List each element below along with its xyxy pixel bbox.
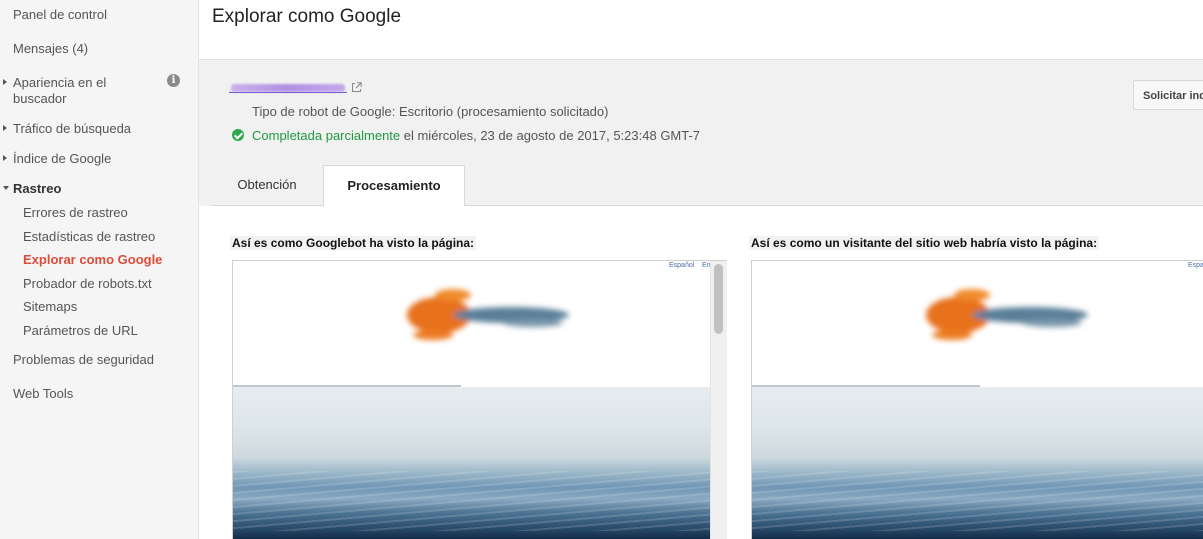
googlebot-render-preview: Español En	[232, 260, 727, 539]
expand-arrow-icon[interactable]	[3, 79, 7, 85]
sidebar-item-crawl-stats[interactable]: Estadísticas de rastreo	[23, 229, 155, 245]
redacted-url-link[interactable]	[231, 84, 345, 92]
sidebar: Panel de control Mensajes (4) Apariencia…	[0, 0, 199, 539]
page-title: Explorar como Google	[212, 6, 402, 27]
sidebar-item-messages[interactable]: Mensajes (4)	[13, 41, 88, 57]
sidebar-item-fetch-as-google[interactable]: Explorar como Google	[23, 252, 162, 268]
sidebar-item-dashboard[interactable]: Panel de control	[13, 7, 107, 23]
external-link-icon[interactable]	[351, 82, 362, 93]
preview-lang-link: Español	[669, 262, 695, 269]
tab-gap	[324, 205, 464, 206]
sidebar-item-robots-tester[interactable]: Probador de robots.txt	[23, 276, 152, 292]
sidebar-item-label: Apariencia en el	[13, 75, 107, 90]
sidebar-item-url-parameters[interactable]: Parámetros de URL	[23, 323, 138, 339]
site-logo-image	[926, 289, 1088, 340]
expand-arrow-icon[interactable]	[3, 125, 7, 131]
scrollbar-thumb[interactable]	[714, 264, 723, 334]
sidebar-item-crawl-errors[interactable]: Errores de rastreo	[23, 205, 128, 221]
sidebar-item-search-appearance[interactable]: Apariencia en el buscador	[13, 75, 106, 107]
collapse-arrow-icon[interactable]	[3, 186, 9, 190]
sidebar-item-security-issues[interactable]: Problemas de seguridad	[13, 352, 154, 368]
sidebar-item-label: buscador	[13, 91, 67, 106]
sidebar-item-web-tools[interactable]: Web Tools	[13, 386, 73, 402]
fetch-status-line: Completada parcialmente el miércoles, 23…	[232, 128, 700, 143]
url-underline	[229, 92, 347, 93]
site-logo-image	[407, 289, 569, 340]
check-circle-icon	[232, 129, 244, 141]
info-icon[interactable]: i	[167, 74, 180, 87]
hero-sea-image	[233, 387, 726, 539]
sidebar-item-crawl[interactable]: Rastreo	[13, 181, 61, 197]
sidebar-item-sitemaps[interactable]: Sitemaps	[23, 299, 77, 315]
hero-sea-image	[752, 387, 1203, 539]
preview-lang-link: Español	[1188, 262, 1203, 269]
sidebar-item-google-index[interactable]: Índice de Google	[13, 151, 111, 167]
sidebar-item-search-traffic[interactable]: Tráfico de búsqueda	[13, 121, 131, 137]
visitor-render-preview: Español	[751, 260, 1203, 539]
robot-type-text: Tipo de robot de Google: Escritorio (pro…	[252, 104, 609, 119]
request-indexing-button[interactable]: Solicitar ind	[1133, 80, 1203, 110]
tab-fetch[interactable]: Obtención	[212, 165, 322, 205]
expand-arrow-icon[interactable]	[3, 155, 7, 161]
status-badge: Completada parcialmente	[252, 128, 401, 143]
status-detail: el miércoles, 23 de agosto de 2017, 5:23…	[400, 128, 701, 143]
googlebot-preview-caption: Así es como Googlebot ha visto la página…	[230, 236, 477, 250]
visitor-preview-caption: Así es como un visitante del sitio web h…	[749, 236, 1100, 250]
tab-rendering[interactable]: Procesamiento	[323, 165, 465, 206]
preview-scrollbar[interactable]	[710, 261, 727, 539]
